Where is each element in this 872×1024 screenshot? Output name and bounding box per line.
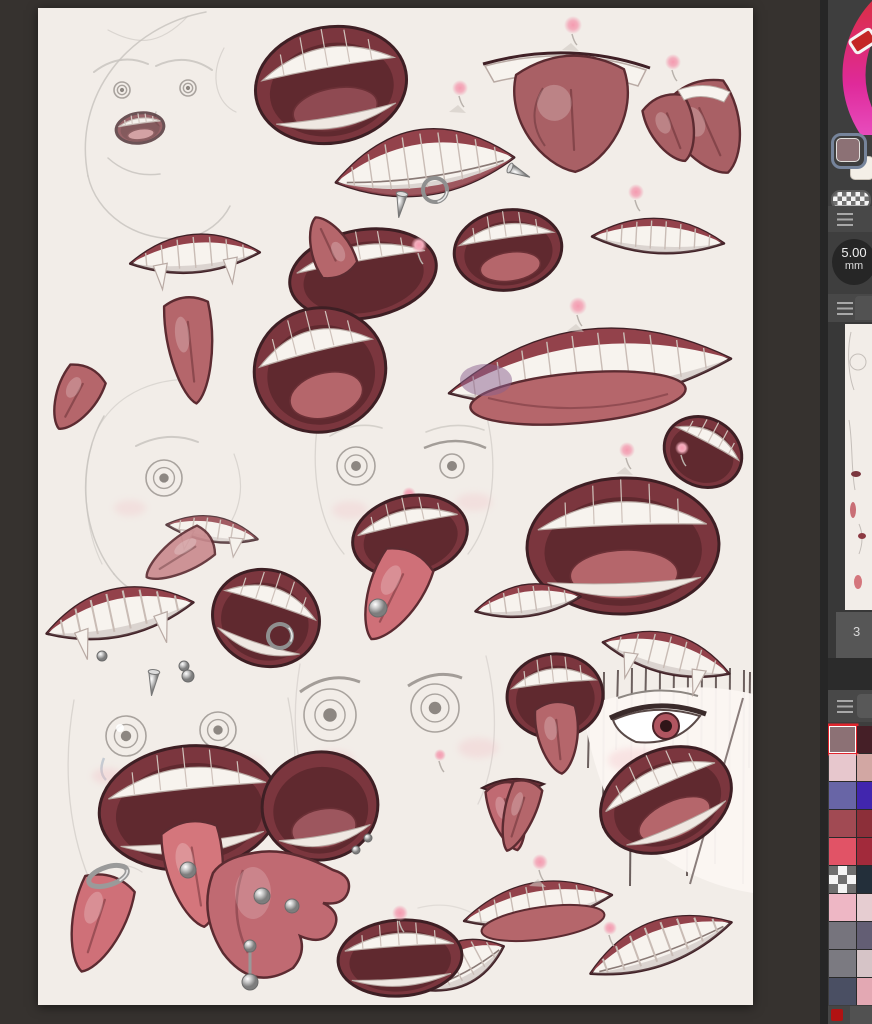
canvas-area	[0, 0, 820, 1024]
menu-icon[interactable]	[837, 302, 853, 315]
panel-tab[interactable]	[855, 296, 872, 320]
navigator-zoom-label: 3	[836, 612, 872, 658]
palette-swatch-0-0[interactable]	[829, 726, 856, 753]
menu-icon[interactable]	[837, 700, 853, 713]
palette-swatch-7-1[interactable]	[857, 922, 872, 949]
palette-swatch-2-1[interactable]	[857, 782, 872, 809]
navigator-panel: 3	[828, 322, 872, 658]
foreground-color	[836, 138, 860, 162]
palette-swatch-2-0[interactable]	[829, 782, 856, 809]
canvas-page[interactable]	[38, 8, 753, 1005]
palette-swatch-8-1[interactable]	[857, 950, 872, 977]
palette-swatch-3-0[interactable]	[829, 810, 856, 837]
menu-icon[interactable]	[837, 213, 853, 226]
panel-gap	[828, 658, 872, 690]
color-wheel-arc	[828, 0, 872, 135]
foreground-swatch[interactable]	[831, 133, 867, 169]
bottom-bar-button[interactable]	[850, 1006, 872, 1024]
palette-swatch-4-1[interactable]	[857, 838, 872, 865]
canvas-artwork	[38, 8, 753, 1005]
palette-swatch-8-0[interactable]	[829, 950, 856, 977]
palette-swatch-5-0[interactable]	[829, 866, 856, 893]
brush-size-indicator[interactable]: 5.00 mm	[832, 239, 872, 285]
sidebar-bottom-bar	[828, 1006, 872, 1024]
record-button[interactable]	[831, 1009, 843, 1021]
navigator-thumbnail[interactable]	[845, 324, 872, 610]
palette-expand-button[interactable]	[857, 694, 872, 718]
palette-swatch-3-1[interactable]	[857, 810, 872, 837]
palette-swatch-1-0[interactable]	[829, 754, 856, 781]
palette-swatch-6-0[interactable]	[829, 894, 856, 921]
palette-swatch-5-1[interactable]	[857, 866, 872, 893]
brush-size-value: 5.00	[832, 246, 872, 260]
palette-swatch-6-1[interactable]	[857, 894, 872, 921]
navigator-preview	[845, 324, 872, 610]
brush-size-unit: mm	[832, 260, 872, 272]
color-palette	[829, 726, 872, 1005]
palette-swatch-7-0[interactable]	[829, 922, 856, 949]
sidebar-divider	[820, 0, 828, 1024]
color-wheel[interactable]	[828, 0, 872, 135]
palette-swatch-1-1[interactable]	[857, 754, 872, 781]
palette-swatch-4-0[interactable]	[829, 838, 856, 865]
tool-sidebar: 5.00 mm 3	[828, 0, 872, 1024]
color-panel-header	[828, 206, 872, 232]
app-window: 5.00 mm 3	[0, 0, 872, 1024]
palette-swatch-0-1[interactable]	[857, 726, 872, 753]
palette-swatch-9-1[interactable]	[857, 978, 872, 1005]
palette-swatch-9-0[interactable]	[829, 978, 856, 1005]
